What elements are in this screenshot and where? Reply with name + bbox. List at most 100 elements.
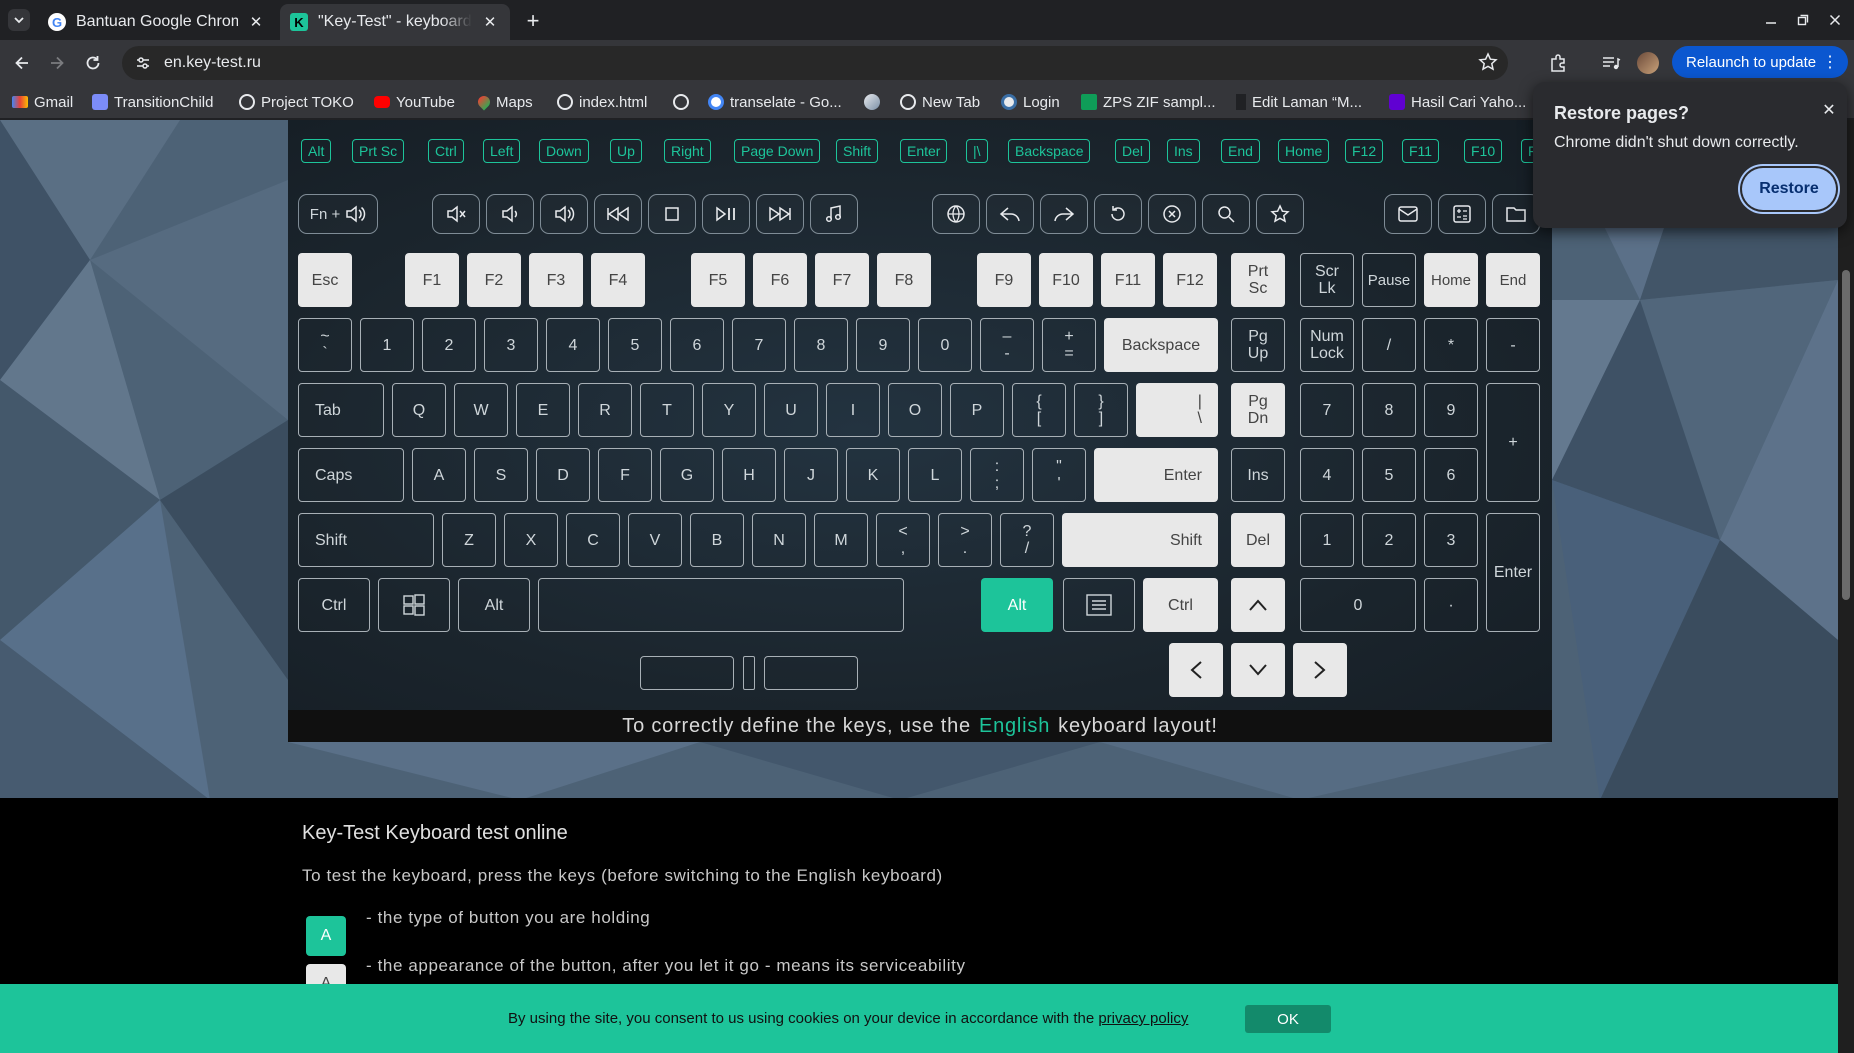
- key-z[interactable]: Z: [442, 513, 496, 567]
- mail-key[interactable]: [1384, 194, 1432, 234]
- cookie-ok-button[interactable]: OK: [1245, 1005, 1331, 1033]
- key-menu[interactable]: [1063, 578, 1135, 632]
- key-m[interactable]: M: [814, 513, 868, 567]
- key-f4[interactable]: F4: [591, 253, 645, 307]
- key-6[interactable]: 6: [670, 318, 724, 372]
- key-arrow-down[interactable]: [1231, 643, 1285, 697]
- key-d[interactable]: D: [536, 448, 590, 502]
- key-scroll-lock[interactable]: Scr Lk: [1300, 253, 1354, 307]
- browser-favorites-key[interactable]: [1256, 194, 1304, 234]
- key-comma[interactable]: < ,: [876, 513, 930, 567]
- key-g[interactable]: G: [660, 448, 714, 502]
- bookmark-gmail[interactable]: Gmail: [12, 85, 73, 119]
- key-n[interactable]: N: [752, 513, 806, 567]
- key-f6[interactable]: F6: [753, 253, 807, 307]
- key-7[interactable]: 7: [732, 318, 786, 372]
- bookmark-star-icon[interactable]: [1478, 52, 1498, 72]
- key-3[interactable]: 3: [484, 318, 538, 372]
- previous-track-key[interactable]: [594, 194, 642, 234]
- key-f1[interactable]: F1: [405, 253, 459, 307]
- tab-search-button[interactable]: [8, 9, 30, 31]
- key-f11[interactable]: F11: [1101, 253, 1155, 307]
- key-page-up[interactable]: Pg Up: [1231, 318, 1285, 372]
- bookmark-index-html[interactable]: index.html: [557, 85, 647, 119]
- extensions-icon[interactable]: [1545, 50, 1571, 76]
- volume-down-key[interactable]: [486, 194, 534, 234]
- bookmark-youtube[interactable]: YouTube: [374, 85, 455, 119]
- key-j[interactable]: J: [784, 448, 838, 502]
- key-right-bracket[interactable]: } ]: [1074, 383, 1128, 437]
- site-settings-icon[interactable]: [132, 52, 154, 74]
- key-numpad-4[interactable]: 4: [1300, 448, 1354, 502]
- key-u[interactable]: U: [764, 383, 818, 437]
- bookmark-maps[interactable]: Maps: [475, 85, 533, 119]
- key-pause[interactable]: Pause: [1362, 253, 1416, 307]
- key-2[interactable]: 2: [422, 318, 476, 372]
- fn-volume-key[interactable]: Fn +: [298, 194, 378, 234]
- key-numpad-minus[interactable]: -: [1486, 318, 1540, 372]
- key-f5[interactable]: F5: [691, 253, 745, 307]
- key-period[interactable]: > .: [938, 513, 992, 567]
- key-8[interactable]: 8: [794, 318, 848, 372]
- music-key[interactable]: [810, 194, 858, 234]
- key-numpad-enter[interactable]: Enter: [1486, 513, 1540, 632]
- key-numpad-2[interactable]: 2: [1362, 513, 1416, 567]
- page-scrollbar[interactable]: [1838, 120, 1854, 1053]
- key-i[interactable]: I: [826, 383, 880, 437]
- media-control-icon[interactable]: [1598, 50, 1624, 76]
- key-9[interactable]: 9: [856, 318, 910, 372]
- bookmark-edit-laman[interactable]: Edit Laman “M...: [1236, 85, 1362, 119]
- key-right-shift[interactable]: Shift: [1062, 513, 1218, 567]
- key-f12[interactable]: F12: [1163, 253, 1217, 307]
- key-page-down[interactable]: Pg Dn: [1231, 383, 1285, 437]
- browser-home-key[interactable]: [932, 194, 980, 234]
- browser-search-key[interactable]: [1202, 194, 1250, 234]
- key-left-shift[interactable]: Shift: [298, 513, 434, 567]
- key-enter[interactable]: Enter: [1094, 448, 1218, 502]
- key-5[interactable]: 5: [608, 318, 662, 372]
- key-tab[interactable]: Tab: [298, 383, 384, 437]
- key-s[interactable]: S: [474, 448, 528, 502]
- key-y[interactable]: Y: [702, 383, 756, 437]
- key-backspace[interactable]: Backspace: [1104, 318, 1218, 372]
- key-q[interactable]: Q: [392, 383, 446, 437]
- volume-up-key[interactable]: [540, 194, 588, 234]
- key-insert[interactable]: Ins: [1231, 448, 1285, 502]
- key-num-lock[interactable]: Num Lock: [1300, 318, 1354, 372]
- key-v[interactable]: V: [628, 513, 682, 567]
- key-minus[interactable]: – -: [980, 318, 1034, 372]
- calculator-key[interactable]: [1438, 194, 1486, 234]
- browser-stop-key[interactable]: [1148, 194, 1196, 234]
- tab-key-test[interactable]: K "Key-Test" - keyboard test online ✕: [280, 4, 510, 40]
- key-numpad-6[interactable]: 6: [1424, 448, 1478, 502]
- key-arrow-left[interactable]: [1169, 643, 1223, 697]
- key-delete[interactable]: Del: [1231, 513, 1285, 567]
- key-f2[interactable]: F2: [467, 253, 521, 307]
- avatar[interactable]: [1637, 52, 1659, 74]
- key-windows[interactable]: [378, 578, 450, 632]
- key-numpad-0[interactable]: 0: [1300, 578, 1416, 632]
- key-quote[interactable]: " ': [1032, 448, 1086, 502]
- new-tab-button[interactable]: +: [520, 8, 546, 34]
- bookmark-globe[interactable]: [673, 85, 695, 119]
- key-f9[interactable]: F9: [977, 253, 1031, 307]
- bookmark-edge[interactable]: [864, 85, 886, 119]
- close-icon[interactable]: ✕: [1819, 100, 1839, 120]
- key-numpad-7[interactable]: 7: [1300, 383, 1354, 437]
- key-x[interactable]: X: [504, 513, 558, 567]
- key-numpad-9[interactable]: 9: [1424, 383, 1478, 437]
- key-h[interactable]: H: [722, 448, 776, 502]
- key-f3[interactable]: F3: [529, 253, 583, 307]
- forward-icon[interactable]: [42, 48, 72, 78]
- address-bar[interactable]: en.key-test.ru: [122, 46, 1508, 80]
- key-numpad-1[interactable]: 1: [1300, 513, 1354, 567]
- key-1[interactable]: 1: [360, 318, 414, 372]
- bookmark-login[interactable]: Login: [1001, 85, 1060, 119]
- next-track-key[interactable]: [756, 194, 804, 234]
- key-right-alt[interactable]: Alt: [981, 578, 1053, 632]
- key-semicolon[interactable]: : ;: [970, 448, 1024, 502]
- bookmark-transitionchild[interactable]: TransitionChild: [92, 85, 214, 119]
- key-numpad-plus[interactable]: +: [1486, 383, 1540, 502]
- key-numpad-divide[interactable]: /: [1362, 318, 1416, 372]
- maximize-icon[interactable]: [1790, 8, 1816, 32]
